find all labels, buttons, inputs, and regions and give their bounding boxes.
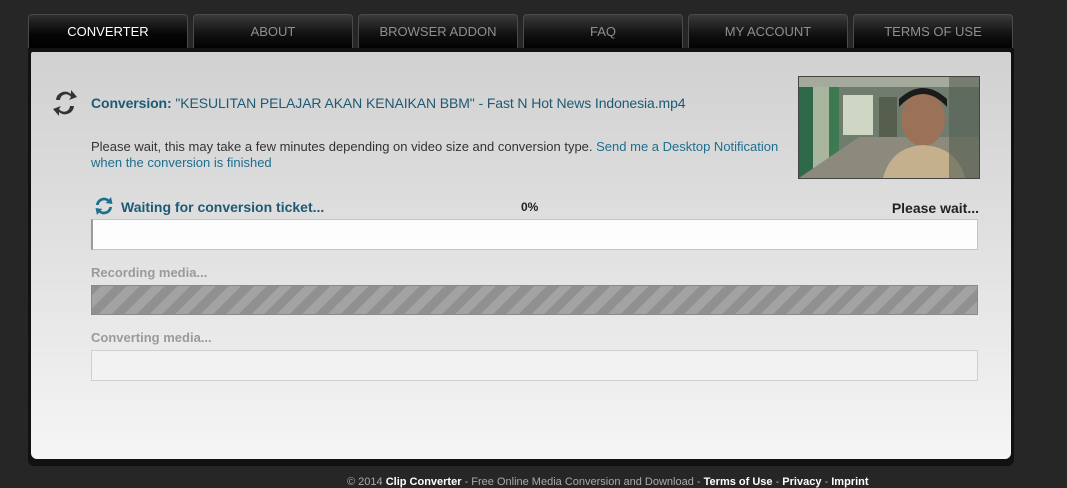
converting-progress-bar [91,350,978,381]
video-thumbnail [798,76,980,179]
footer-separator: - [461,476,472,488]
footer-tagline: Free Online Media Conversion and Downloa… [471,476,694,488]
tab-faq[interactable]: FAQ [523,14,683,50]
conversion-title: Conversion: "KESULITAN PELAJAR AKAN KENA… [91,95,686,111]
converting-stage-label: Converting media... [91,330,212,345]
refresh-spinner-icon [95,197,113,215]
conversion-description: Please wait, this may take a few minutes… [91,139,791,171]
ticket-status: Please wait... [891,200,979,216]
tab-terms-of-use[interactable]: TERMS OF USE [853,14,1013,50]
tab-about[interactable]: ABOUT [193,14,353,50]
footer-imprint-link[interactable]: Imprint [831,476,868,488]
footer-separator: - [821,476,832,488]
footer-copyright: © 2014 [347,476,383,488]
tab-converter[interactable]: CONVERTER [28,14,188,50]
footer-separator: - [693,476,704,488]
sync-arrows-icon [53,90,77,116]
ticket-percent: 0% [521,200,539,214]
footer-brand-link[interactable]: Clip Converter [386,476,462,488]
footer-separator: - [772,476,783,488]
recording-stage-label: Recording media... [91,265,208,280]
tab-my-account[interactable]: MY ACCOUNT [688,14,848,50]
conversion-label: Conversion: [91,95,172,111]
conversion-filename: "KESULITAN PELAJAR AKAN KENAIKAN BBM" - … [175,95,686,111]
tab-browser-addon[interactable]: BROWSER ADDON [358,14,518,50]
footer: © 2014 Clip Converter - Free Online Medi… [347,476,869,488]
footer-privacy-link[interactable]: Privacy [782,476,821,488]
main-nav: CONVERTER ABOUT BROWSER ADDON FAQ MY ACC… [28,14,1014,50]
video-thumbnail-image [799,77,979,178]
footer-terms-link[interactable]: Terms of Use [704,476,773,488]
recording-progress-bar [91,285,978,315]
ticket-stage-label: Waiting for conversion ticket... [121,199,325,215]
ticket-progress-bar [91,219,978,250]
wait-text: Please wait, this may take a few minutes… [91,139,593,154]
